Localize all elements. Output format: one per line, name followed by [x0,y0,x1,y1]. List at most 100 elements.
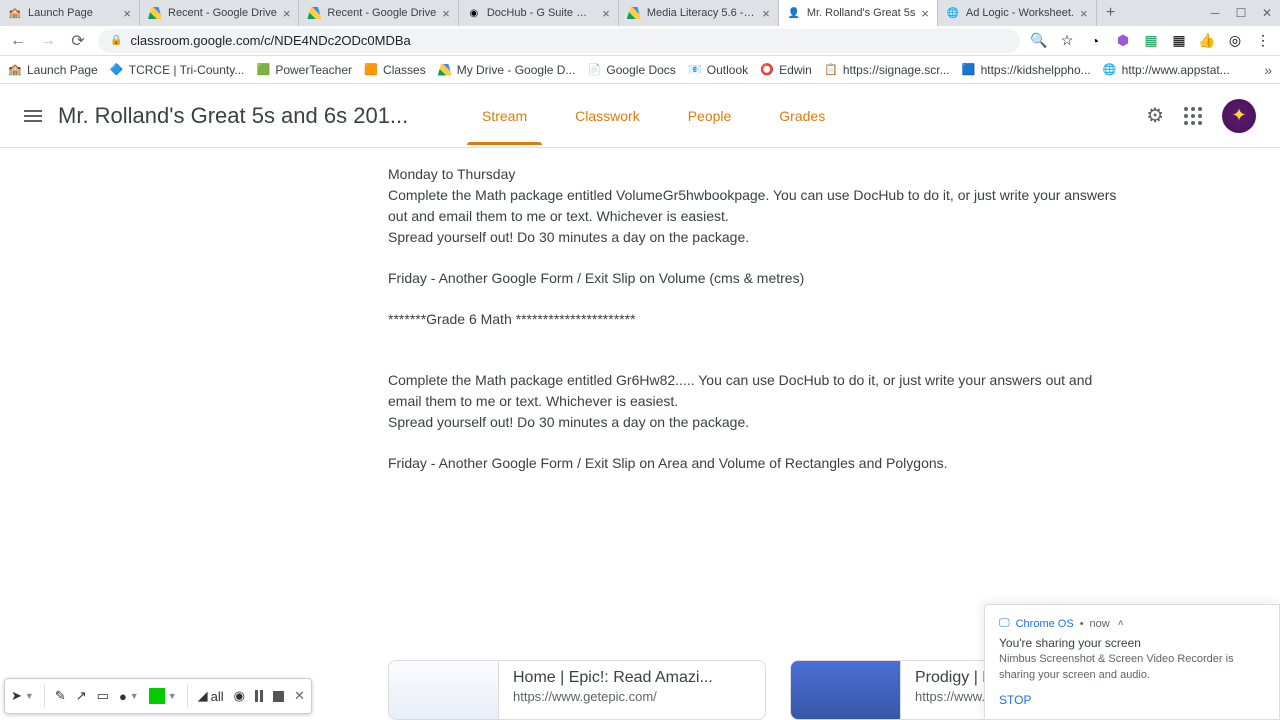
menu-icon[interactable]: ⋮ [1254,32,1272,50]
drive-icon [627,6,641,20]
bookmark-label: Google Docs [606,63,675,77]
close-icon[interactable]: × [602,6,610,21]
tab-classwork[interactable]: Classwork [551,88,664,144]
new-tab-button[interactable]: + [1097,0,1125,26]
tab-label: Launch Page [28,7,117,19]
monitor-icon: 🖵 [999,617,1010,630]
link-url: https://www.getepic.com/ [513,689,751,704]
close-icon[interactable]: × [762,6,770,21]
cursor-tool[interactable]: ➤▼ [11,688,34,704]
close-toolbar-button[interactable]: ✕ [294,688,305,704]
eraser-tool[interactable]: ◢all [198,688,224,704]
dochub-icon: ◉ [467,6,481,20]
webcam-toggle[interactable]: ◉ [234,688,245,704]
rectangle-tool[interactable]: ▭ [97,688,109,704]
bookmark-label: TCRCE | Tri-County... [129,63,245,77]
bookmark-item[interactable]: 🟧Classes [364,63,426,77]
extension-icon[interactable]: ▦ [1170,32,1188,50]
close-icon[interactable]: × [123,6,131,21]
extension-icon[interactable]: ◎ [1226,32,1244,50]
classroom-header: Mr. Rolland's Great 5s and 6s 201... Str… [0,84,1280,148]
star-icon[interactable]: ☆ [1058,32,1076,50]
browser-tab[interactable]: 🏫 Launch Page × [0,0,140,26]
notification-title: You're sharing your screen [999,636,1265,650]
bookmark-icon: 📧 [688,63,702,77]
bookmark-item[interactable]: 🌐 http://www.appstat... [1103,63,1230,77]
bookmark-item[interactable]: 📧 Outlook [688,63,748,77]
main-menu-button[interactable] [24,115,42,117]
close-window-button[interactable]: ✕ [1254,0,1280,26]
drive-icon [307,6,321,20]
tab-stream[interactable]: Stream [458,88,551,144]
gear-icon[interactable]: ⚙ [1146,103,1164,128]
bookmark-item[interactable]: 🟩PowerTeacher [256,63,352,77]
globe-icon: 🌐 [1103,63,1117,77]
bookmark-item[interactable]: 🟦https://kidshelppho... [962,63,1091,77]
reload-button[interactable]: ⟳ [68,31,88,51]
stop-button[interactable] [273,691,284,702]
marker-tool[interactable]: ●▼ [119,689,139,704]
drive-icon [148,6,162,20]
stop-sharing-button[interactable]: STOP [999,693,1265,707]
clock-icon[interactable]: ◔ [1086,32,1104,50]
tab-grades[interactable]: Grades [755,88,849,144]
bookmark-icon: 🟧 [364,63,378,77]
color-swatch [149,688,165,704]
address-bar[interactable]: 🔒 classroom.google.com/c/NDE4NDc2ODc0MDB… [98,29,1020,53]
bookmark-label: PowerTeacher [275,63,352,77]
browser-tab[interactable]: Recent - Google Drive × [299,0,458,26]
bookmark-item[interactable]: 📄 Google Docs [587,63,675,77]
bookmark-item[interactable]: 🏫Launch Page [8,63,98,77]
screen-share-notification: 🖵 Chrome OS • now ˄ You're sharing your … [984,604,1280,720]
browser-tab[interactable]: ◉ DocHub - G Suite Mark × [459,0,619,26]
close-icon[interactable]: × [921,6,929,21]
chevron-up-icon[interactable]: ˄ [1118,618,1124,629]
favicon-icon: 🏫 [8,6,22,20]
extension-icon[interactable]: ⬢ [1114,32,1132,50]
link-thumbnail [389,661,499,719]
browser-tab[interactable]: Recent - Google Drive × [140,0,299,26]
bookmark-item[interactable]: My Drive - Google D... [438,63,576,77]
tab-people[interactable]: People [664,88,756,144]
maximize-button[interactable]: ☐ [1228,0,1254,26]
globe-icon: 🌐 [946,6,960,20]
bookmark-item[interactable]: 🔷TCRCE | Tri-County... [110,63,245,77]
pause-button[interactable] [255,690,263,702]
link-thumbnail [791,661,901,719]
separator: • [1080,618,1084,630]
cursor-icon: ➤ [11,688,22,704]
recorder-toolbar[interactable]: ➤▼ ✎ ↗ ▭ ●▼ ▼ ◢all ◉ ✕ [4,678,312,714]
color-picker[interactable]: ▼ [149,688,177,704]
lock-icon: 🔒 [110,35,122,46]
forward-button[interactable]: → [38,32,58,50]
link-card[interactable]: Home | Epic!: Read Amazi... https://www.… [388,660,766,720]
bookmark-label: Outlook [707,63,748,77]
avatar[interactable]: ✦ [1222,99,1256,133]
close-icon[interactable]: × [283,6,291,21]
bookmark-label: Launch Page [27,63,98,77]
zoom-icon[interactable]: 🔍 [1030,32,1048,50]
bookmarks-overflow-icon[interactable]: » [1264,62,1272,78]
pen-icon: ✎ [55,688,66,704]
arrow-tool[interactable]: ↗ [76,688,87,704]
browser-tab-active[interactable]: 👤 Mr. Rolland's Great 5s × [779,0,938,26]
back-button[interactable]: ← [8,32,28,50]
pen-tool[interactable]: ✎ [55,688,66,704]
extension-icon[interactable]: 👍 [1198,32,1216,50]
close-icon[interactable]: × [1080,6,1088,21]
browser-tab[interactable]: 🌐 Ad Logic - Worksheet. × [938,0,1097,26]
bookmark-label: My Drive - Google D... [457,63,576,77]
browser-tab[interactable]: Media Literacy 5.6 - Go × [619,0,779,26]
post-line: Spread yourself out! Do 30 minutes a day… [388,227,1280,248]
extension-icon[interactable]: ▦ [1142,32,1160,50]
bookmark-item[interactable]: 📋https://signage.scr... [824,63,950,77]
tab-label: Ad Logic - Worksheet. [966,7,1074,19]
bookmark-label: http://www.appstat... [1122,63,1230,77]
bookmark-icon: 📄 [587,63,601,77]
close-icon[interactable]: × [442,6,450,21]
apps-grid-icon[interactable] [1184,107,1202,125]
bookmark-item[interactable]: ⭕Edwin [760,63,812,77]
bookmarks-bar: 🏫Launch Page 🔷TCRCE | Tri-County... 🟩Pow… [0,56,1280,84]
page-title[interactable]: Mr. Rolland's Great 5s and 6s 201... [58,103,438,129]
minimize-button[interactable]: ─ [1202,0,1228,26]
